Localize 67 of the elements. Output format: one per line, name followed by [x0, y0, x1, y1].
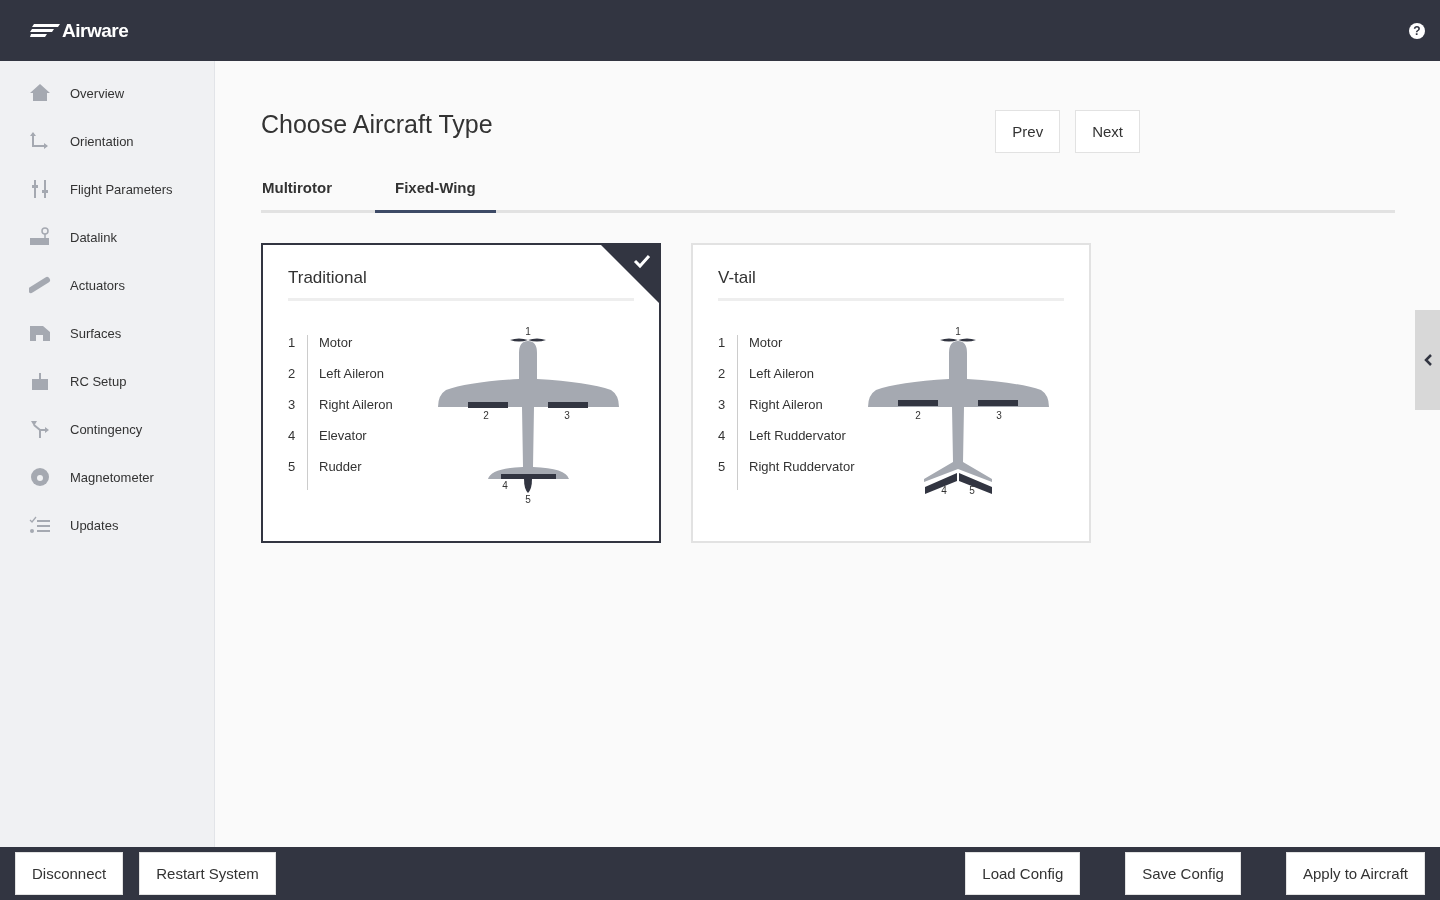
sidebar-item[interactable]: Contingency — [0, 418, 214, 440]
sidebar-item[interactable]: Updates — [0, 514, 214, 536]
sidebar-item[interactable]: RC Setup — [0, 370, 214, 392]
part-name: Right Aileron — [737, 397, 823, 428]
dial-icon — [29, 467, 51, 487]
footer-button[interactable]: Apply to Aircraft — [1285, 852, 1425, 895]
chevron-left-icon — [1423, 354, 1432, 366]
part-name: Motor — [737, 335, 783, 366]
aircraft-card[interactable]: Traditional 1 Motor 2 Left Aileron 3 Right Aileron 4 Elevator 5 Rudder 1 2 3 4 5 — [261, 243, 661, 543]
part-name: Right Ruddervator — [737, 459, 855, 490]
part-number-label: 2 — [483, 410, 489, 421]
part-number-label: 5 — [969, 485, 975, 496]
part-number: 4 — [718, 428, 727, 443]
sidebar-item[interactable]: Orientation — [0, 130, 214, 152]
pager-button[interactable]: Next — [1075, 110, 1140, 153]
part-number: 2 — [718, 366, 727, 381]
part-name: Left Aileron — [737, 366, 815, 397]
footer-button[interactable]: Disconnect — [15, 852, 124, 895]
part-number-label: 3 — [996, 410, 1002, 421]
logo-icon — [30, 23, 60, 38]
footer-button[interactable]: Restart System — [139, 852, 276, 895]
home-icon — [29, 83, 51, 103]
sidebar-item[interactable]: Actuators — [0, 274, 214, 296]
collapse-panel-tab[interactable] — [1415, 310, 1440, 410]
pager-button[interactable]: Prev — [995, 110, 1061, 153]
part-name: Right Aileron — [307, 397, 393, 428]
part-number-label: 2 — [915, 410, 921, 421]
tab[interactable]: Fixed-Wing — [375, 167, 496, 213]
part-name: Left Ruddervator — [737, 428, 846, 459]
aircraft-card[interactable]: V-tail 1 Motor 2 Left Aileron 3 Right Aileron 4 Left Ruddervator 5 Right Ruddervator 1 2 3 4 5 — [691, 243, 1091, 543]
part-number: 5 — [718, 459, 727, 474]
part-number-label: 1 — [955, 327, 961, 337]
footer-button[interactable]: Save Config — [1125, 852, 1241, 895]
check-corner-icon — [600, 244, 660, 304]
part-number-label: 3 — [564, 410, 570, 421]
part-name: Elevator — [307, 428, 367, 459]
sidebar-item[interactable]: Datalink — [0, 226, 214, 248]
part-name: Rudder — [307, 459, 362, 490]
remote-control-icon — [29, 371, 51, 391]
part-number-label: 4 — [502, 480, 508, 491]
part-number: 3 — [718, 397, 727, 412]
tab[interactable]: Multirotor — [261, 167, 375, 213]
part-number-label: 5 — [525, 494, 531, 505]
checklist-icon — [29, 515, 51, 535]
part-number: 2 — [288, 366, 297, 381]
footer-button[interactable]: Load Config — [965, 852, 1081, 895]
part-number-label: 1 — [525, 327, 531, 337]
card-title: V-tail — [718, 268, 1064, 301]
part-name: Motor — [307, 335, 353, 366]
part-number: 1 — [288, 335, 297, 350]
router-icon — [29, 227, 51, 247]
part-number: 3 — [288, 397, 297, 412]
sliders-icon — [29, 179, 51, 199]
sidebar-item[interactable]: Magnetometer — [0, 466, 214, 488]
sidebar-item[interactable]: Surfaces — [0, 322, 214, 344]
fork-arrow-icon — [29, 419, 51, 439]
logo-text: Airware — [62, 19, 129, 42]
part-name: Left Aileron — [307, 366, 385, 397]
part-number: 1 — [718, 335, 727, 350]
page-title: Choose Aircraft Type — [261, 110, 493, 139]
part-number: 4 — [288, 428, 297, 443]
card-title: Traditional — [288, 268, 634, 301]
part-number: 5 — [288, 459, 297, 474]
sidebar-item[interactable]: Flight Parameters — [0, 178, 214, 200]
part-number-label: 4 — [941, 485, 947, 496]
sidebar-item[interactable]: Overview — [0, 82, 214, 104]
help-icon[interactable]: ? — [1409, 22, 1425, 39]
